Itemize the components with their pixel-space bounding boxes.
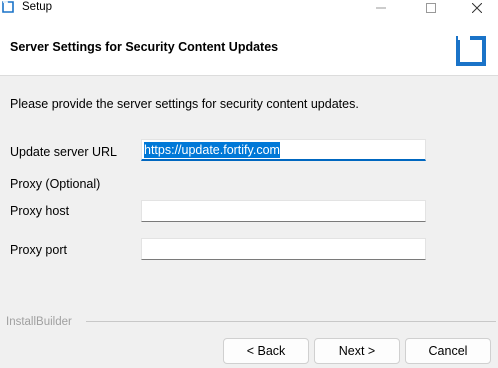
brand-label: InstallBuilder bbox=[6, 316, 72, 328]
title-bar: Setup bbox=[0, 0, 498, 16]
maximize-button[interactable] bbox=[416, 0, 446, 16]
cancel-button[interactable]: Cancel bbox=[405, 338, 491, 364]
close-button[interactable] bbox=[462, 0, 492, 16]
update-url-input[interactable]: https://update.fortify.com bbox=[141, 139, 426, 161]
installbuilder-logo-icon bbox=[456, 36, 486, 66]
footer-divider bbox=[86, 321, 496, 322]
update-url-value: https://update.fortify.com bbox=[144, 142, 280, 158]
intro-text: Please provide the server settings for s… bbox=[10, 97, 359, 111]
app-icon bbox=[2, 1, 14, 13]
update-url-label: Update server URL bbox=[10, 145, 117, 159]
maximize-icon bbox=[426, 3, 436, 13]
window-title: Setup bbox=[22, 1, 53, 13]
minimize-button[interactable] bbox=[366, 0, 396, 16]
back-button[interactable]: < Back bbox=[223, 338, 309, 364]
proxy-port-input[interactable] bbox=[141, 238, 426, 260]
page-header: Server Settings for Security Content Upd… bbox=[0, 16, 498, 76]
proxy-host-label: Proxy host bbox=[10, 204, 70, 218]
proxy-host-input[interactable] bbox=[141, 200, 426, 222]
next-button[interactable]: Next > bbox=[314, 338, 400, 364]
page-title: Server Settings for Security Content Upd… bbox=[10, 40, 279, 54]
minimize-icon bbox=[376, 7, 386, 9]
close-icon bbox=[472, 3, 482, 13]
proxy-port-label: Proxy port bbox=[10, 243, 67, 257]
proxy-section-label: Proxy (Optional) bbox=[10, 177, 101, 191]
